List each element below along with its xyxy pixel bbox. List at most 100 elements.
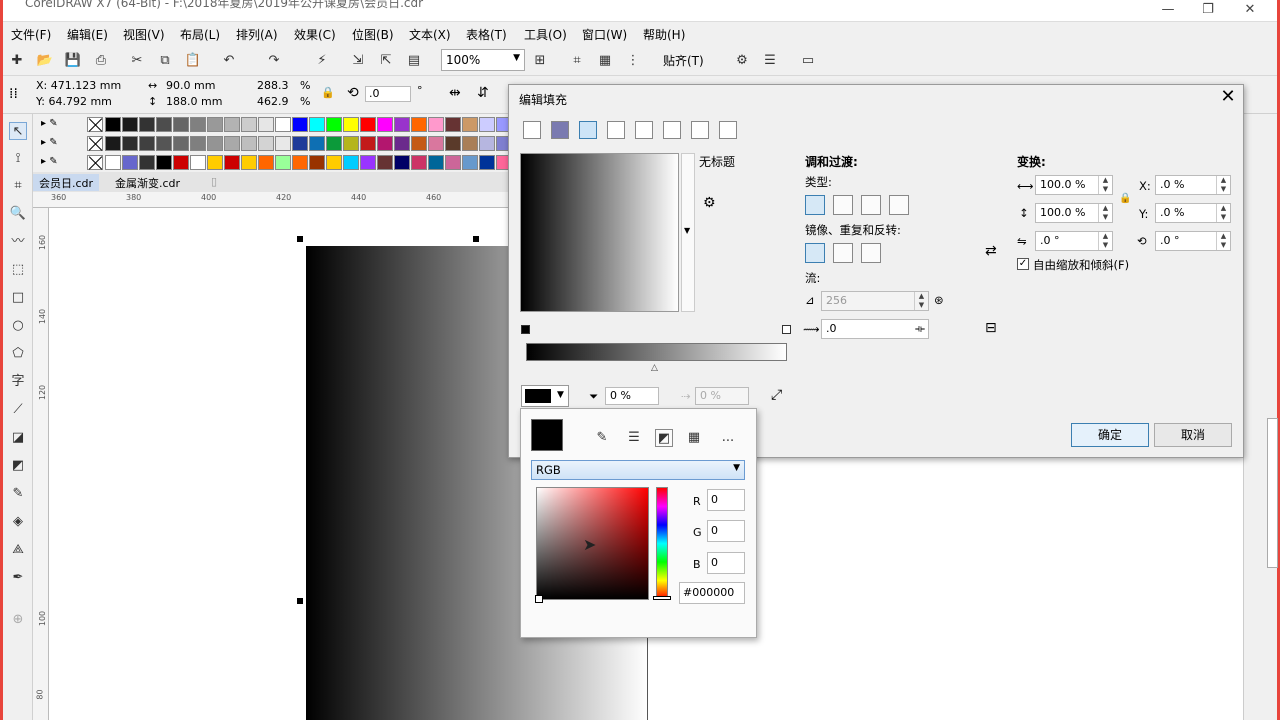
gradient-bar[interactable] [526, 343, 787, 361]
palette-swatch[interactable] [445, 136, 461, 151]
palette-swatch[interactable] [156, 136, 172, 151]
palette-swatch[interactable] [224, 155, 240, 170]
more-options-icon[interactable]: ... [719, 429, 737, 447]
palette-swatch[interactable] [173, 117, 189, 132]
palette-swatch[interactable] [105, 136, 121, 151]
cancel-button[interactable]: 取消 [1154, 423, 1232, 447]
palette-swatch[interactable] [139, 155, 155, 170]
new-document-icon[interactable]: ✚ [8, 51, 26, 69]
fill-width-input[interactable]: 100.0 % ▲ ▼ [1035, 175, 1113, 195]
palette-swatch[interactable] [343, 155, 359, 170]
interactive-fill-icon[interactable]: ◈ [9, 513, 27, 531]
menu-text[interactable]: 文本(X) [409, 26, 451, 43]
close-window-icon[interactable]: ✕ [1235, 2, 1265, 17]
palette-swatch[interactable] [360, 155, 376, 170]
polygon-tool-icon[interactable]: ⬠ [9, 345, 27, 363]
zoom-tool-icon[interactable]: 🔍 [9, 205, 27, 223]
acceleration-input[interactable]: .0 ⟛ [821, 319, 929, 339]
two-color-pattern-type-icon[interactable] [663, 121, 681, 139]
palette-swatch[interactable] [122, 117, 138, 132]
green-input[interactable]: 0 [707, 520, 745, 542]
rectangle-tool-icon[interactable]: □ [9, 289, 27, 307]
palette-swatch[interactable] [224, 117, 240, 132]
tab-document-2[interactable]: 金属渐变.cdr [109, 174, 186, 191]
color-selector-marker[interactable] [535, 595, 543, 603]
lock-aspect-icon[interactable]: 🔒 [1119, 193, 1131, 204]
cut-icon[interactable]: ✂ [128, 51, 146, 69]
height-value[interactable]: 188.0 mm [166, 95, 222, 108]
crop-tool-icon[interactable]: ⌗ [9, 177, 27, 195]
palette-swatch[interactable] [326, 136, 342, 151]
palette-swatch[interactable] [292, 136, 308, 151]
palette-swatch[interactable] [377, 136, 393, 151]
spinner-arrows[interactable]: ▲ ▼ [914, 292, 928, 310]
open-folder-icon[interactable]: 📂 [36, 51, 54, 69]
save-fill-icon[interactable]: ⚙ [703, 195, 716, 211]
reverse-icon[interactable]: ⇄ [985, 243, 997, 259]
palette-swatch[interactable] [258, 117, 274, 132]
palette-flyout-icon[interactable]: ▸ ✎ [41, 156, 58, 167]
lock-ratio-icon[interactable]: 🔒 [321, 86, 335, 99]
no-color-swatch[interactable] [87, 136, 103, 151]
fill-y-input[interactable]: .0 % ▲ ▼ [1155, 203, 1231, 223]
postscript-fill-type-icon[interactable] [719, 121, 737, 139]
mirror-vertical-icon[interactable]: ⇵ [477, 85, 489, 101]
color-viewer-icon[interactable]: ◩ [655, 429, 673, 447]
welcome-screen-icon[interactable]: ▭ [799, 51, 817, 69]
no-color-swatch[interactable] [87, 155, 103, 170]
redo-icon[interactable]: ↷ [265, 51, 283, 69]
lock-steps-icon[interactable]: ⊛ [934, 293, 944, 307]
object-origin-icon[interactable]: ⁞⁞ [9, 86, 18, 102]
blue-input[interactable]: 0 [707, 552, 745, 574]
palette-swatch[interactable] [190, 136, 206, 151]
node-transparency-input[interactable]: 0 % [605, 387, 659, 405]
palette-swatch[interactable] [241, 117, 257, 132]
palette-swatch[interactable] [428, 155, 444, 170]
menu-effects[interactable]: 效果(C) [294, 26, 336, 43]
gradient-node-end[interactable] [782, 325, 791, 334]
palette-swatch[interactable] [411, 155, 427, 170]
acceleration-slider-icon[interactable]: ⟛ [915, 322, 925, 336]
smooth-transition-icon[interactable]: ⊟ [985, 320, 997, 336]
pick-tool-icon[interactable]: ↖ [9, 122, 27, 140]
spinner-arrows[interactable]: ▲ ▼ [1098, 232, 1112, 250]
color-palettes-icon[interactable]: ▦ [685, 429, 703, 447]
palette-swatch[interactable] [207, 155, 223, 170]
steps-input[interactable]: 256 ▲ ▼ [821, 291, 929, 311]
palette-swatch[interactable] [377, 117, 393, 132]
app-launcher-icon[interactable]: ☰ [761, 51, 779, 69]
uniform-fill-type-icon[interactable] [551, 121, 569, 139]
palette-swatch[interactable] [139, 117, 155, 132]
eyedropper-icon[interactable]: ✎ [593, 429, 611, 447]
palette-swatch[interactable] [275, 117, 291, 132]
spinner-arrows[interactable]: ▲ ▼ [1098, 176, 1112, 194]
paste-icon[interactable]: 📋 [184, 51, 202, 69]
palette-swatch[interactable] [326, 155, 342, 170]
palette-swatch[interactable] [105, 117, 121, 132]
smart-fill-icon[interactable]: ⬚ [9, 261, 27, 279]
color-model-select[interactable]: RGB ▼ [531, 460, 745, 480]
menu-table[interactable]: 表格(T) [466, 26, 507, 43]
selection-handle[interactable] [297, 598, 303, 604]
palette-swatch[interactable] [394, 117, 410, 132]
spinner-arrows[interactable]: ▲ ▼ [1216, 232, 1230, 250]
palette-swatch[interactable] [190, 117, 206, 132]
corel-connect-icon[interactable]: ⚡ [313, 51, 331, 69]
palette-swatch[interactable] [258, 155, 274, 170]
menu-bitmaps[interactable]: 位图(B) [352, 26, 394, 43]
palette-swatch[interactable] [122, 155, 138, 170]
selection-handle[interactable] [473, 236, 479, 242]
copy-icon[interactable]: ⧉ [156, 51, 174, 69]
options-icon[interactable]: ⚙ [733, 51, 751, 69]
import-icon[interactable]: ⇲ [349, 51, 367, 69]
color-sliders-icon[interactable]: ☰ [625, 429, 643, 447]
snap-to-dropdown[interactable]: 贴齐(T) [663, 52, 704, 69]
palette-swatch[interactable] [309, 155, 325, 170]
palette-swatch[interactable] [394, 136, 410, 151]
outline-pen-icon[interactable]: ✒ [9, 569, 27, 587]
red-input[interactable]: 0 [707, 489, 745, 511]
drop-shadow-icon[interactable]: ◪ [9, 429, 27, 447]
palette-swatch[interactable] [173, 136, 189, 151]
palette-swatch[interactable] [411, 117, 427, 132]
hue-slider[interactable] [656, 487, 668, 600]
